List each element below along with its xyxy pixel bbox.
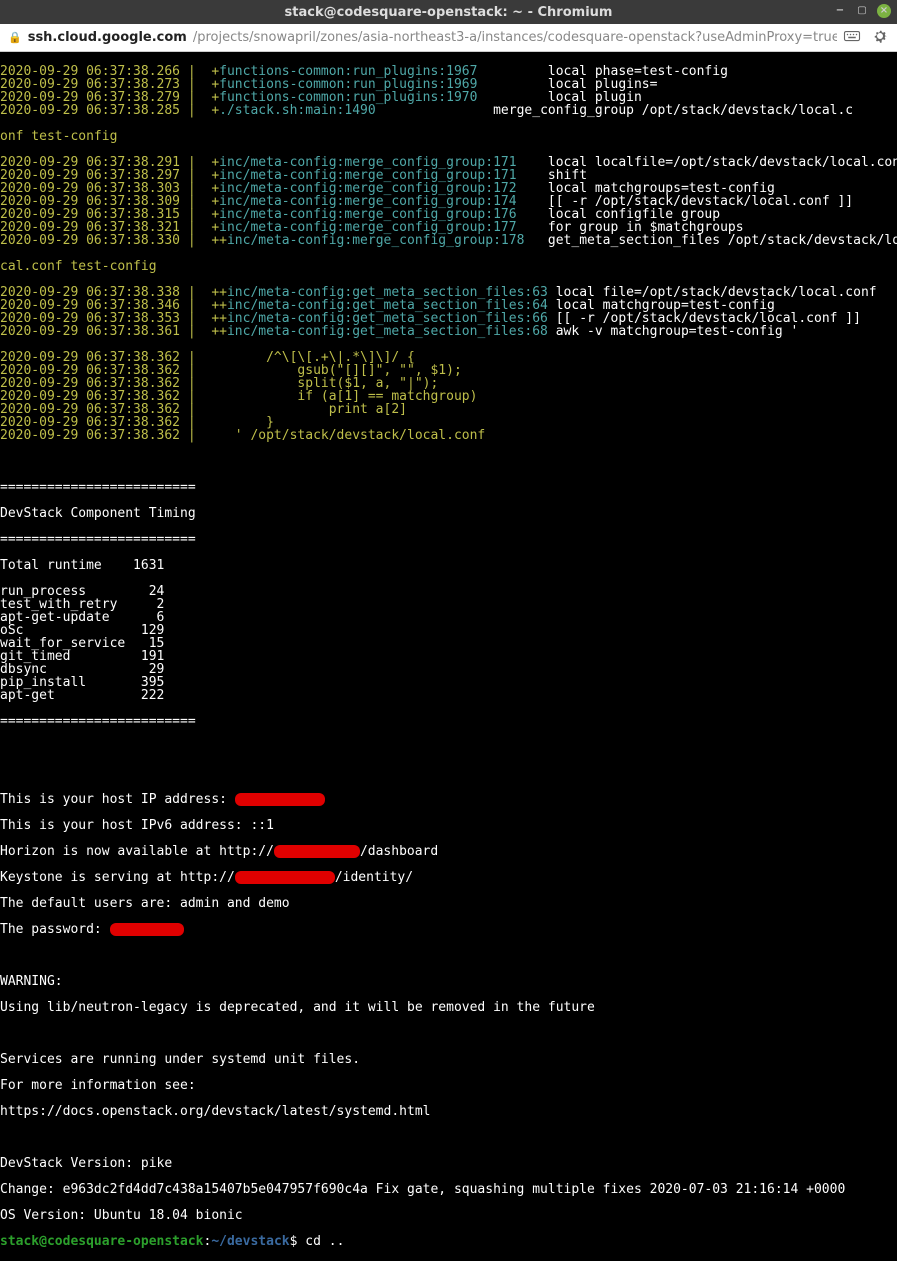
gear-icon[interactable] <box>871 27 889 48</box>
redacted-host <box>274 845 360 858</box>
url-toolbar <box>843 27 889 48</box>
log-continuation: onf test-config <box>0 130 897 143</box>
log-continuation: cal.conf test-config <box>0 260 897 273</box>
prompt-cmd: $ cd .. <box>290 1234 345 1249</box>
prompt-line[interactable]: stack@codesquare-openstack:~/devstack$ c… <box>0 1235 897 1248</box>
prompt-sep: : <box>204 1234 212 1249</box>
devstack-change: Change: e963dc2fd4dd7c438a15407b5e047957… <box>0 1183 897 1196</box>
redacted-ip <box>235 793 325 806</box>
horizon-line: Horizon is now available at http:// /das… <box>0 845 897 858</box>
host-ipv6-line: This is your host IPv6 address: ::1 <box>0 819 897 832</box>
os-version: OS Version: Ubuntu 18.04 bionic <box>0 1209 897 1222</box>
default-users-line: The default users are: admin and demo <box>0 897 897 910</box>
window-titlebar: stack@codesquare-openstack: ~ - Chromium… <box>0 0 897 24</box>
minimize-icon[interactable]: − <box>833 4 847 18</box>
redacted-host <box>235 871 335 884</box>
timing-row: apt-get 222 <box>0 689 897 702</box>
prompt-user: stack@codesquare-openstack <box>0 1234 204 1249</box>
separator: ========================= <box>0 533 897 546</box>
window-title: stack@codesquare-openstack: ~ - Chromium <box>285 6 613 19</box>
services-line: https://docs.openstack.org/devstack/late… <box>0 1105 897 1118</box>
timing-row: Total runtime 1631 <box>0 559 897 572</box>
keyboard-icon[interactable] <box>843 27 861 48</box>
prompt-path: ~/devstack <box>211 1234 289 1249</box>
redacted-password <box>110 923 184 936</box>
warning-head: WARNING: <box>0 975 897 988</box>
log-line: 2020-09-29 06:37:38.361 | ++inc/meta-con… <box>0 325 897 338</box>
close-icon[interactable]: × <box>877 4 891 18</box>
log-line: 2020-09-29 06:37:38.330 | ++inc/meta-con… <box>0 234 897 247</box>
separator: ========================= <box>0 481 897 494</box>
host-ip-line: This is your host IP address: <box>0 793 897 806</box>
keystone-line: Keystone is serving at http:// /identity… <box>0 871 897 884</box>
maximize-icon[interactable]: ▢ <box>855 4 869 18</box>
lock-icon: 🔒 <box>8 32 22 43</box>
url-host[interactable]: ssh.cloud.google.com <box>28 31 187 44</box>
url-path[interactable]: /projects/snowapril/zones/asia-northeast… <box>193 31 837 44</box>
services-line: Services are running under systemd unit … <box>0 1053 897 1066</box>
log-line: 2020-09-29 06:37:38.285 | +./stack.sh:ma… <box>0 104 897 117</box>
separator: ========================= <box>0 715 897 728</box>
timing-row: pip_install 395 <box>0 676 897 689</box>
urlbar: 🔒 ssh.cloud.google.com /projects/snowapr… <box>0 24 897 52</box>
timing-header: DevStack Component Timing <box>0 507 897 520</box>
warning-body: Using lib/neutron-legacy is deprecated, … <box>0 1001 897 1014</box>
devstack-version: DevStack Version: pike <box>0 1157 897 1170</box>
terminal-output[interactable]: 2020-09-29 06:37:38.266 | +functions-com… <box>0 52 897 1261</box>
services-line: For more information see: <box>0 1079 897 1092</box>
password-line: The password: <box>0 923 897 936</box>
window-controls: − ▢ × <box>833 4 891 18</box>
log-line: 2020-09-29 06:37:38.362 | ' /opt/stack/d… <box>0 429 897 442</box>
